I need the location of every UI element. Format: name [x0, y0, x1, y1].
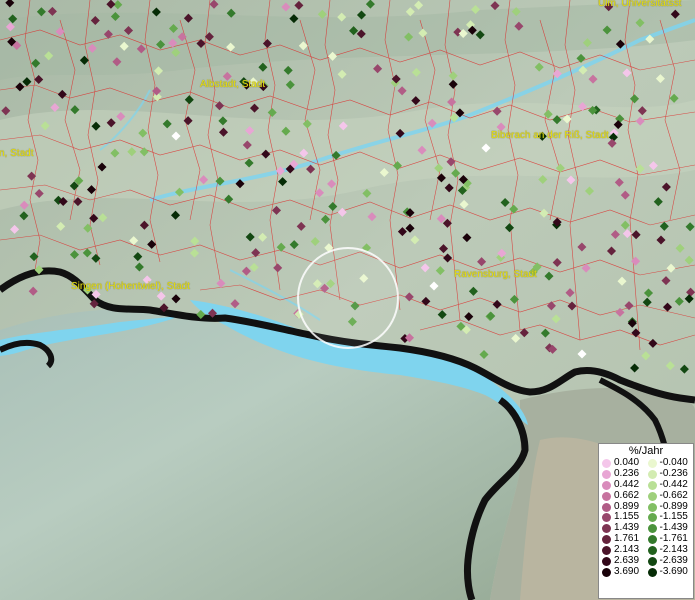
legend-swatch [647, 469, 657, 479]
legend-swatch [602, 458, 611, 468]
legend-swatch [647, 556, 657, 566]
place-label-stadt-west: n, Stadt [0, 148, 34, 159]
map-canvas[interactable] [0, 0, 695, 600]
legend-swatch [602, 480, 611, 490]
legend-title: %/Jahr [628, 445, 664, 457]
legend-positive-column: 0.040 0.236 0.442 0.662 0.899 1.155 1.439 1.761… [602, 457, 648, 578]
legend-swatch [647, 458, 657, 468]
legend-negative-row: -0.662 [647, 489, 694, 502]
legend-positive-row: 0.662 [602, 489, 648, 502]
legend-swatch [647, 546, 657, 556]
place-label-ravensburg: Ravensburg, Stadt [454, 269, 537, 280]
legend-negative-row: -3.690 [647, 565, 694, 578]
legend-swatch [647, 502, 657, 512]
legend-swatch [602, 491, 611, 501]
place-label-singen: Singen (Hohentwiel), Stadt [71, 281, 190, 292]
legend-swatch [602, 524, 611, 534]
legend-swatch [647, 513, 657, 523]
legend-swatch [647, 480, 657, 490]
map-view[interactable]: Ulm, Universitätsst Albstadt, Stadt Bibe… [0, 0, 695, 600]
place-label-albstadt: Albstadt, Stadt [200, 79, 266, 90]
highlight-circle[interactable] [297, 247, 399, 349]
legend-swatch [602, 556, 611, 566]
legend-positive-row: 3.690 [602, 565, 648, 578]
legend-value: -0.662 [659, 489, 688, 501]
place-label-ulm: Ulm, Universitätsst [598, 0, 682, 9]
legend-negative-column: -0.040 -0.236 -0.442 -0.662 -0.899 -1.155 -1.4… [647, 457, 694, 578]
legend-value: 3.690 [614, 565, 640, 577]
legend-value: -3.690 [659, 565, 688, 577]
legend-swatch [647, 535, 657, 545]
legend-swatch [647, 491, 657, 501]
place-label-biberach: Biberach an der Riß, Stadt [491, 130, 609, 141]
legend-swatch [602, 502, 611, 512]
legend-value: 0.662 [614, 489, 640, 501]
legend-swatch [647, 567, 657, 577]
legend-swatch [602, 513, 611, 523]
legend-swatch [602, 535, 611, 545]
legend: %/Jahr 0.040 0.236 0.442 0.662 0.899 1.155 1.4… [598, 443, 694, 599]
legend-swatch [602, 567, 611, 577]
legend-swatch [602, 546, 611, 556]
legend-swatch [647, 524, 657, 534]
legend-swatch [602, 469, 611, 479]
